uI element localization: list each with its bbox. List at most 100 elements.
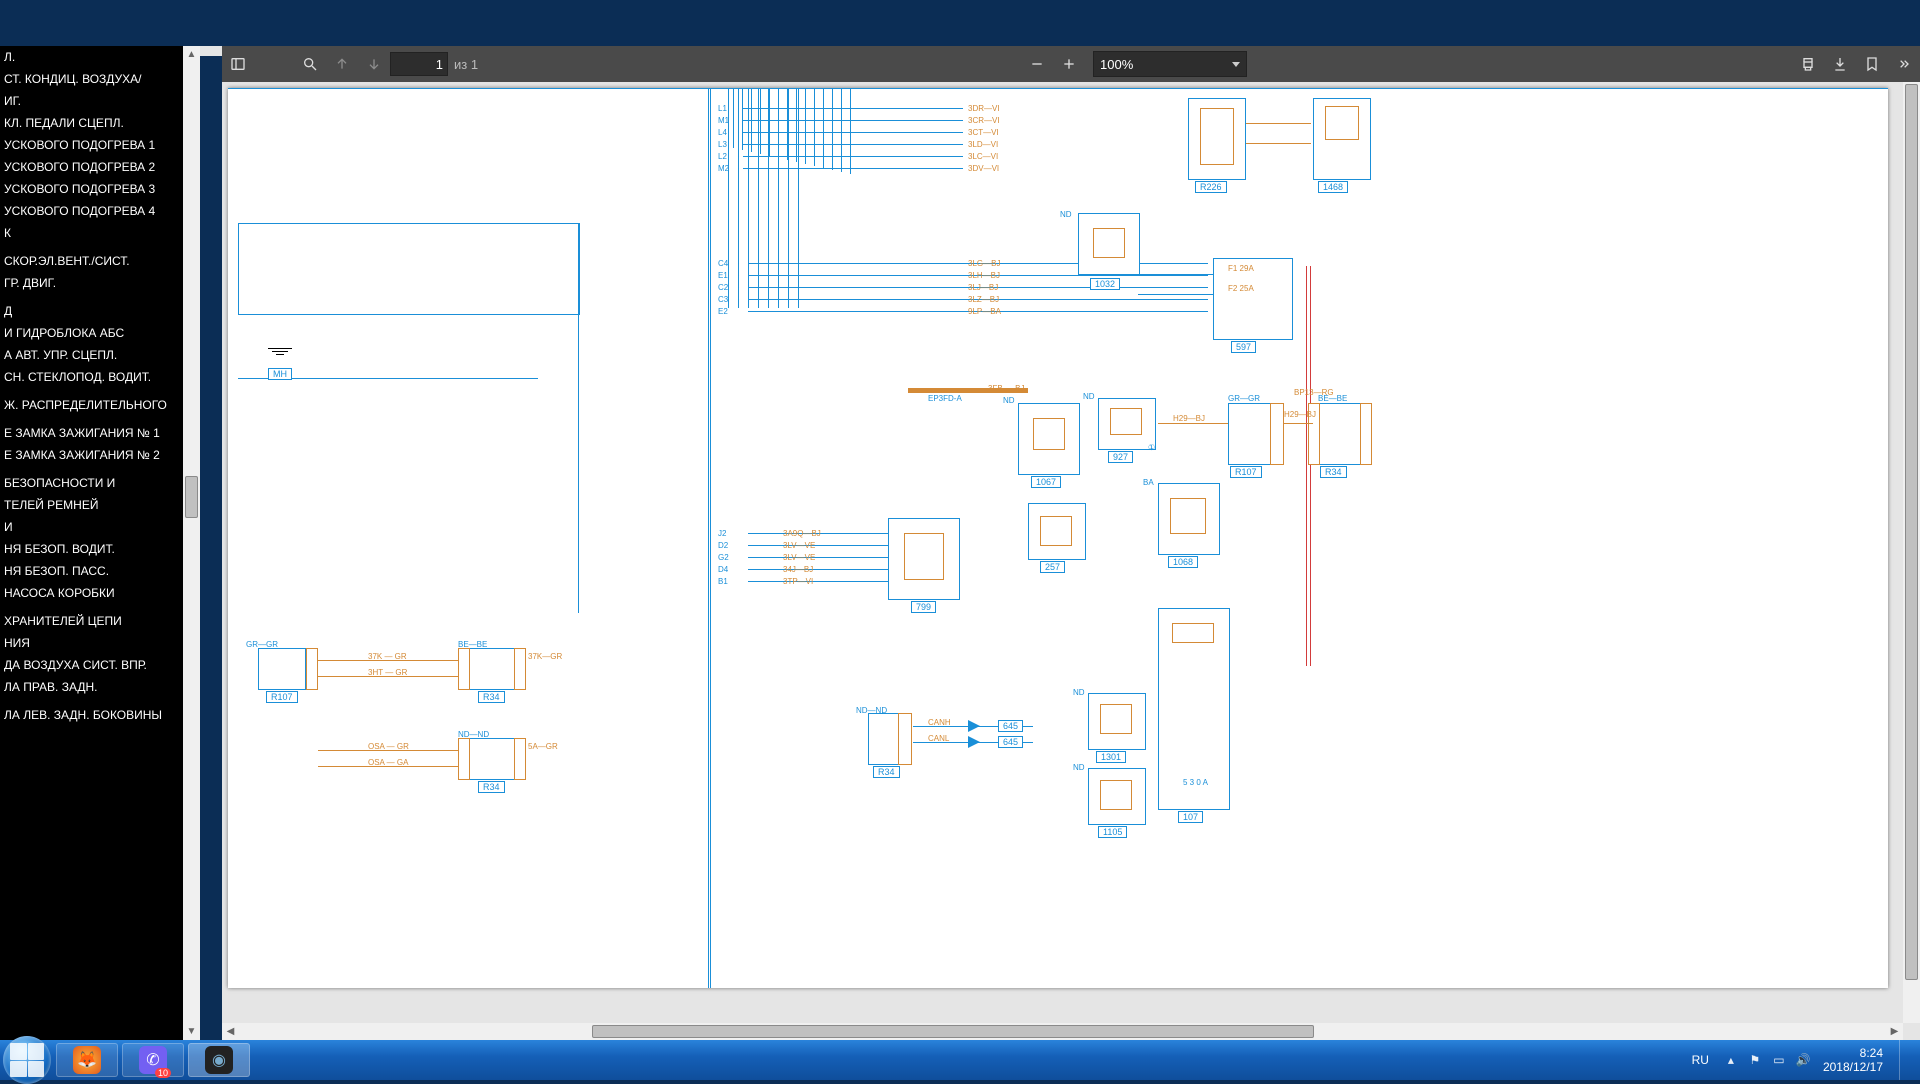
nav-tree-item[interactable]: КЛ. ПЕДАЛИ СЦЕПЛ. (0, 112, 183, 134)
component-id-r34_r: R34 (1320, 466, 1347, 478)
component-id-c1067: 1067 (1031, 476, 1061, 488)
nav-tree-item[interactable]: НАСОСА КОРОБКИ (0, 582, 183, 604)
taskbar-clock[interactable]: 8:24 2018/12/17 (1823, 1046, 1883, 1074)
bookmark-button[interactable] (1856, 48, 1888, 80)
nav-tree-item[interactable]: НЯ БЕЗОП. ВОДИТ. (0, 538, 183, 560)
scroll-thumb[interactable] (592, 1025, 1314, 1038)
next-page-button[interactable] (358, 48, 390, 80)
component-id-r34_mid: R34 (478, 781, 505, 793)
windows-orb-icon (3, 1036, 51, 1084)
taskbar-app-firefox[interactable]: 🦊 (56, 1043, 118, 1077)
component-id-c645b: 645 (998, 736, 1023, 748)
nav-tree-item[interactable]: СКОР.ЭЛ.ВЕНТ./СИСТ. (0, 250, 183, 272)
nav-tree-item[interactable]: УСКОВОГО ПОДОГРЕВА 2 (0, 156, 183, 178)
component-id-c1032: 1032 (1090, 278, 1120, 290)
taskbar-app-camera[interactable]: ◉ (188, 1043, 250, 1077)
component-id-r34_left: R34 (478, 691, 505, 703)
nav-tree-item[interactable]: УСКОВОГО ПОДОГРЕВА 1 (0, 134, 183, 156)
zoom-out-button[interactable] (1021, 48, 1053, 80)
show-desktop-button[interactable] (1899, 1040, 1914, 1080)
component-id-mh: MH (268, 368, 292, 380)
component-id-c107: 107 (1178, 811, 1203, 823)
panel-divider[interactable] (200, 0, 222, 1040)
nav-tree-item[interactable]: И ГИДРОБЛОКА АБС (0, 322, 183, 344)
component-id-r107_r: R107 (1230, 466, 1262, 478)
scroll-left-icon[interactable]: ◀ (222, 1023, 239, 1040)
nav-tree-item[interactable]: ЛА ПРАВ. ЗАДН. (0, 676, 183, 698)
component-id-r226: R226 (1195, 181, 1227, 193)
component-id-c645a: 645 (998, 720, 1023, 732)
nav-tree-item[interactable]: ТЕЛЕЙ РЕМНЕЙ (0, 494, 183, 516)
pdf-viewer: из 1 100% MHR107R3437K — GR3HT — GR37K—G… (222, 46, 1920, 1040)
zoom-select[interactable]: 100% (1093, 51, 1247, 77)
nav-tree-item[interactable]: ХРАНИТЕЛЕЙ ЦЕПИ (0, 610, 183, 632)
page-number-input[interactable] (390, 52, 448, 76)
print-button[interactable] (1792, 48, 1824, 80)
prev-page-button[interactable] (326, 48, 358, 80)
scroll-down-icon[interactable]: ▼ (183, 1023, 200, 1040)
pdf-page-viewport[interactable]: MHR107R3437K — GR3HT — GR37K—GRGR—GRBE—B… (222, 82, 1920, 1020)
tray-chevron-icon[interactable]: ▴ (1722, 1053, 1740, 1067)
nav-tree-item[interactable]: БЕЗОПАСНОСТИ И (0, 472, 183, 494)
system-tray: RU ▴ ⚑ ▭ 🔊 8:24 2018/12/17 (1682, 1040, 1920, 1080)
nav-tree-item[interactable]: Е ЗАМКА ЗАЖИГАНИЯ № 1 (0, 422, 183, 444)
clock-time: 8:24 (1823, 1046, 1883, 1060)
component-id-c1468: 1468 (1318, 181, 1348, 193)
component-id-c927: 927 (1108, 451, 1133, 463)
window-titlebar-area (0, 0, 1920, 46)
language-indicator[interactable]: RU (1692, 1053, 1709, 1067)
component-id-c1301: 1301 (1096, 751, 1126, 763)
nav-tree-item[interactable]: Ж. РАСПРЕДЕЛИТЕЛЬНОГО (0, 394, 183, 416)
tools-menu-button[interactable] (1888, 48, 1920, 80)
wiring-diagram: MHR107R3437K — GR3HT — GR37K—GRGR—GRBE—B… (228, 88, 1888, 988)
scroll-thumb[interactable] (185, 476, 198, 518)
nav-tree[interactable]: Л.СТ. КОНДИЦ. ВОЗДУХА/ИГ.КЛ. ПЕДАЛИ СЦЕП… (0, 46, 183, 1040)
nav-tree-item[interactable]: К (0, 222, 183, 244)
scroll-up-icon[interactable]: ▲ (183, 46, 200, 63)
windows-taskbar: 🦊 ✆10 ◉ RU ▴ ⚑ ▭ 🔊 8:24 2018/12/17 (0, 1040, 1920, 1080)
start-button[interactable] (0, 1040, 54, 1080)
zoom-in-button[interactable] (1053, 48, 1085, 80)
tray-action-center-icon[interactable]: ▭ (1770, 1053, 1788, 1067)
component-id-c1105: 1105 (1098, 826, 1127, 838)
camera-icon: ◉ (205, 1046, 233, 1074)
nav-tree-item[interactable]: А АВТ. УПР. СЦЕПЛ. (0, 344, 183, 366)
tray-sound-icon[interactable]: 🔊 (1794, 1053, 1812, 1067)
notification-badge: 10 (155, 1068, 171, 1078)
nav-tree-item[interactable]: УСКОВОГО ПОДОГРЕВА 4 (0, 200, 183, 222)
component-id-r107_left: R107 (266, 691, 298, 703)
sidebar-toggle-button[interactable] (222, 48, 254, 80)
pdf-vertical-scrollbar[interactable] (1903, 82, 1920, 1023)
nav-tree-panel: Л.СТ. КОНДИЦ. ВОЗДУХА/ИГ.КЛ. ПЕДАЛИ СЦЕП… (0, 46, 200, 1040)
nav-tree-item[interactable]: ЛА ЛЕВ. ЗАДН. БОКОВИНЫ (0, 704, 183, 726)
download-button[interactable] (1824, 48, 1856, 80)
sidebar-scrollbar[interactable]: ▲ ▼ (183, 46, 200, 1040)
pdf-page: MHR107R3437K — GR3HT — GR37K—GRGR—GRBE—B… (228, 88, 1888, 988)
nav-tree-item[interactable]: НИЯ (0, 632, 183, 654)
tray-flag-icon[interactable]: ⚑ (1746, 1053, 1764, 1067)
find-button[interactable] (294, 48, 326, 80)
pdf-toolbar: из 1 100% (222, 46, 1920, 82)
nav-tree-item[interactable]: СН. СТЕКЛОПОД. ВОДИТ. (0, 366, 183, 388)
nav-tree-item[interactable]: СТ. КОНДИЦ. ВОЗДУХА/ (0, 68, 183, 90)
nav-tree-item[interactable]: И (0, 516, 183, 538)
component-id-c1068: 1068 (1168, 556, 1198, 568)
nav-tree-item[interactable]: Л. (0, 46, 183, 68)
nav-tree-item[interactable]: ДА ВОЗДУХА СИСТ. ВПР. (0, 654, 183, 676)
firefox-icon: 🦊 (73, 1046, 101, 1074)
scroll-right-icon[interactable]: ▶ (1886, 1023, 1903, 1040)
pdf-horizontal-scrollbar[interactable]: ◀ ▶ (222, 1023, 1903, 1040)
clock-date: 2018/12/17 (1823, 1060, 1883, 1074)
nav-tree-item[interactable]: Д (0, 300, 183, 322)
component-id-r34_mid2: R34 (873, 766, 900, 778)
nav-tree-item[interactable]: ИГ. (0, 90, 183, 112)
scroll-thumb[interactable] (1905, 84, 1918, 980)
nav-tree-item[interactable]: ГР. ДВИГ. (0, 272, 183, 294)
component-id-c597: 597 (1231, 341, 1256, 353)
viber-icon: ✆10 (139, 1046, 167, 1074)
nav-tree-item[interactable]: УСКОВОГО ПОДОГРЕВА 3 (0, 178, 183, 200)
nav-tree-item[interactable]: Е ЗАМКА ЗАЖИГАНИЯ № 2 (0, 444, 183, 466)
chevron-down-icon (1232, 62, 1240, 67)
taskbar-app-viber[interactable]: ✆10 (122, 1043, 184, 1077)
nav-tree-item[interactable]: НЯ БЕЗОП. ПАСС. (0, 560, 183, 582)
